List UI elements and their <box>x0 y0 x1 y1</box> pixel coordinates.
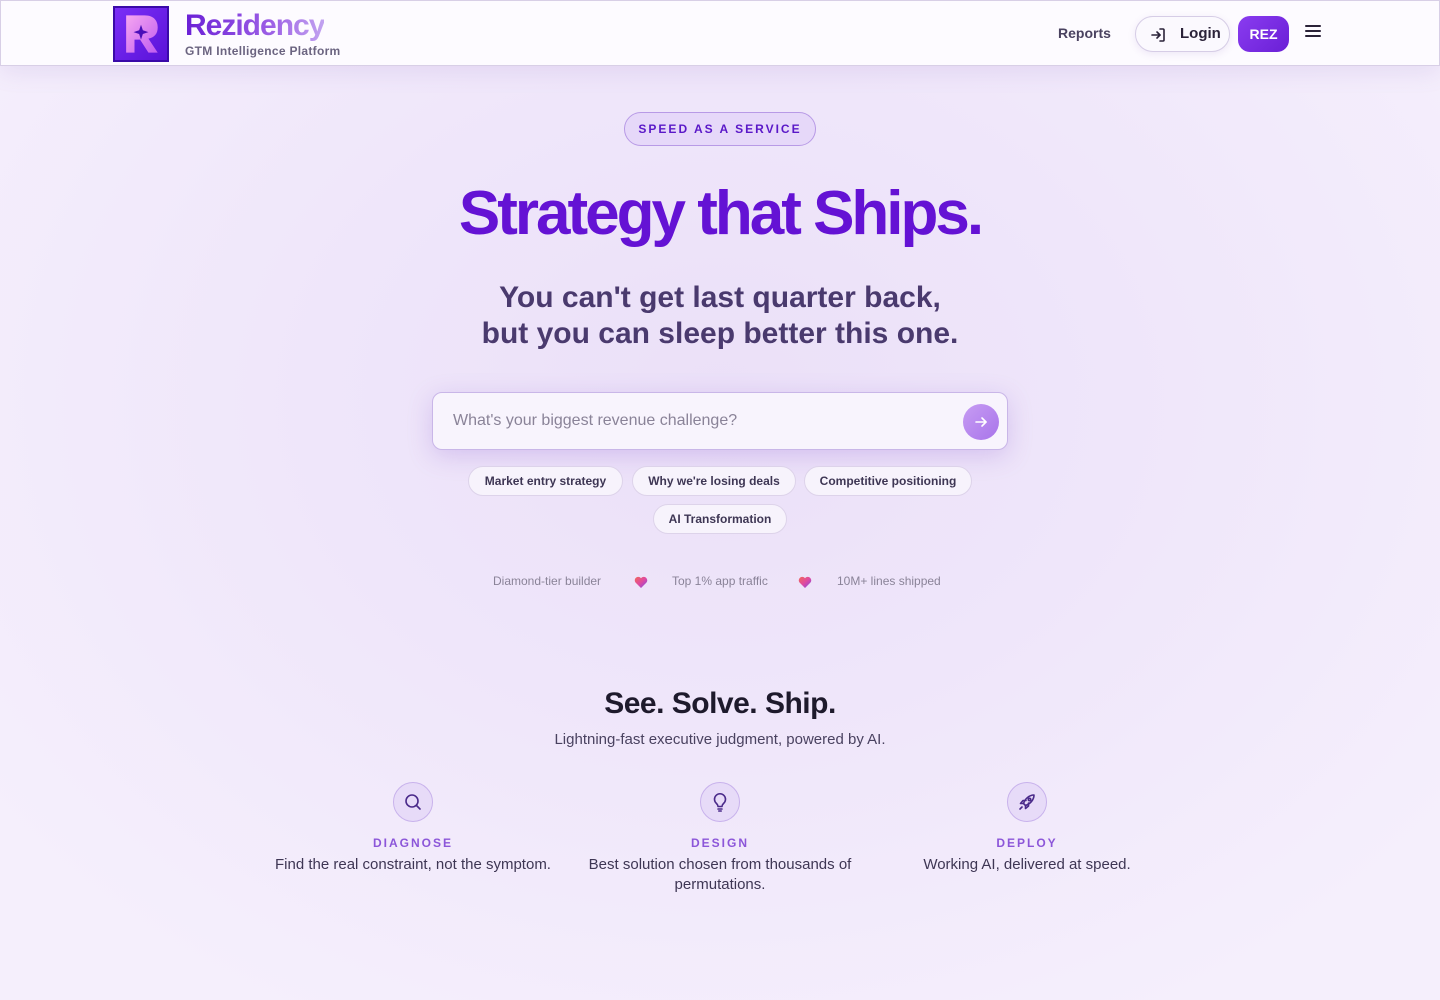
feature-deploy: DEPLOY Working AI, delivered at speed. <box>877 782 1177 875</box>
suggestion-chip[interactable]: Market entry strategy <box>468 466 623 496</box>
stat-item: 10M+ lines shipped <box>837 574 941 588</box>
logo-icon[interactable] <box>113 6 169 62</box>
hero-subtitle-line-2: but you can sleep better this one. <box>481 317 959 350</box>
suggestion-chip[interactable]: Competitive positioning <box>804 466 972 496</box>
brand-tagline: GTM Intelligence Platform <box>185 44 341 58</box>
section-title: See. Solve. Ship. <box>604 687 836 720</box>
section-subtitle: Lightning-fast executive judgment, power… <box>554 731 886 748</box>
search-box <box>432 392 1008 450</box>
nav-link-reports[interactable]: Reports <box>1058 25 1111 41</box>
feature-description: Working AI, delivered at speed. <box>923 856 1131 873</box>
feature-description: Best solution chosen from thousands of p… <box>588 856 852 893</box>
feature-label: DIAGNOSE <box>372 836 453 850</box>
search-submit-button[interactable] <box>963 404 999 440</box>
heart-gradient-icon <box>634 576 648 588</box>
lightbulb-icon <box>700 782 740 822</box>
top-nav-bar: Rezidency GTM Intelligence Platform Repo… <box>0 0 1440 66</box>
feature-description: Find the real constraint, not the sympto… <box>275 856 551 873</box>
feature-label: DEPLOY <box>996 836 1058 850</box>
hamburger-menu-icon[interactable] <box>1305 25 1321 43</box>
stat-item: Diamond-tier builder <box>493 574 602 588</box>
login-arrow-icon <box>1151 28 1165 42</box>
login-button[interactable]: Login <box>1135 16 1230 52</box>
brand-name[interactable]: Rezidency <box>185 9 325 43</box>
suggestion-chip[interactable]: AI Transformation <box>653 504 787 534</box>
rez-account-button[interactable]: REZ <box>1238 16 1289 52</box>
feature-label: DESIGN <box>690 836 749 850</box>
heart-gradient-icon <box>798 576 812 588</box>
rocket-icon <box>1007 782 1047 822</box>
feature-diagnose: DIAGNOSE Find the real constraint, not t… <box>263 782 563 875</box>
feature-design: DESIGN Best solution chosen from thousan… <box>570 782 870 895</box>
suggestion-chip[interactable]: Why we're losing deals <box>632 466 796 496</box>
hero-subtitle-line-1: You can't get last quarter back, <box>499 281 941 314</box>
search-icon <box>393 782 433 822</box>
hero-subtitle: You can't get last quarter back, but you… <box>0 280 1440 352</box>
stat-item: Top 1% app traffic <box>672 574 768 588</box>
arrow-right-icon <box>975 417 987 427</box>
login-label: Login <box>1180 25 1221 42</box>
hero-badge: SPEED AS A SERVICE <box>624 112 816 146</box>
hero-title: Strategy that Ships. <box>458 179 984 248</box>
search-input[interactable] <box>453 407 953 435</box>
